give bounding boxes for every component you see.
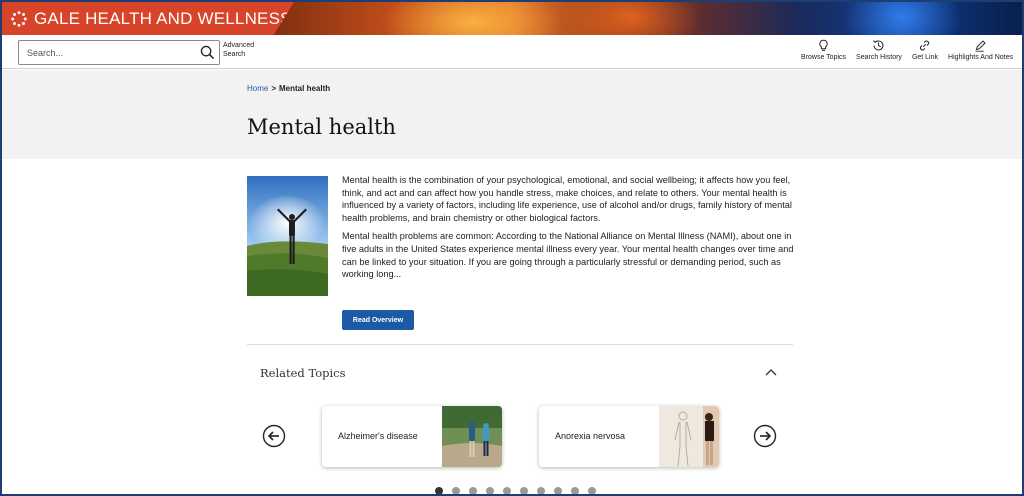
carousel-dot[interactable] [503, 487, 511, 494]
page-frame: GALE HEALTH AND WELLNESS Advanced Search… [0, 0, 1024, 496]
related-topic-label: Alzheimer's disease [338, 431, 418, 441]
browse-topics-button[interactable]: Browse Topics [796, 39, 851, 67]
topic-image [247, 176, 328, 296]
related-topic-card-anorexia[interactable]: Anorexia nervosa [539, 406, 719, 467]
browse-topics-label: Browse Topics [801, 54, 847, 61]
search-history-label: Search History [856, 54, 902, 61]
highlights-notes-label: Highlights And Notes [948, 54, 1013, 61]
arrow-right-circle-icon[interactable] [753, 424, 777, 448]
related-topics-heading: Related Topics [260, 366, 346, 380]
get-link-button[interactable]: Get Link [907, 39, 943, 67]
breadcrumb-separator: > [271, 84, 277, 93]
arrow-left-circle-icon[interactable] [262, 424, 286, 448]
overview-text: Mental health is the combination of your… [342, 174, 796, 287]
related-topic-label: Anorexia nervosa [555, 431, 626, 441]
carousel-dot[interactable] [452, 487, 460, 494]
related-topic-image [659, 406, 719, 467]
page-title: Mental health [247, 115, 396, 139]
search-icon[interactable] [200, 45, 215, 60]
section-divider [247, 344, 793, 345]
carousel-dot[interactable] [537, 487, 545, 494]
brand-link[interactable]: GALE HEALTH AND WELLNESS [2, 2, 294, 35]
link-icon [920, 40, 930, 51]
history-icon [873, 40, 884, 51]
gale-logo-icon [11, 10, 27, 27]
carousel-dot[interactable] [571, 487, 579, 494]
carousel-dot[interactable] [554, 487, 562, 494]
get-link-label: Get Link [911, 54, 939, 61]
advanced-search-link[interactable]: Advanced Search [223, 41, 263, 59]
carousel-dot[interactable] [486, 487, 494, 494]
carousel-dot[interactable] [435, 487, 443, 494]
search-input[interactable] [19, 41, 194, 64]
related-topic-card-alzheimers[interactable]: Alzheimer's disease [322, 406, 502, 467]
pencil-icon [975, 40, 986, 52]
toolbar: Advanced Search Browse Topics Search His… [2, 35, 1022, 69]
carousel-pagination [435, 487, 596, 494]
brand-title: GALE HEALTH AND WELLNESS [34, 8, 292, 28]
overview-paragraph: Mental health problems are common: Accor… [342, 231, 794, 280]
carousel-dot[interactable] [588, 487, 596, 494]
search-box [18, 40, 220, 65]
topic-header: Home > Mental health Mental health [2, 70, 1022, 159]
breadcrumb-current: Mental health [279, 84, 331, 93]
carousel-dot[interactable] [469, 487, 477, 494]
breadcrumb-home-link[interactable]: Home [247, 84, 268, 93]
top-banner: GALE HEALTH AND WELLNESS [2, 2, 1022, 35]
search-history-button[interactable]: Search History [851, 39, 907, 67]
tool-links: Browse Topics Search History Get Link Hi… [796, 39, 1018, 67]
related-topic-image [442, 406, 502, 467]
breadcrumb: Home > Mental health [247, 84, 330, 93]
highlights-notes-button[interactable]: Highlights And Notes [943, 39, 1018, 67]
carousel-dot[interactable] [520, 487, 528, 494]
read-overview-button[interactable]: Read Overview [342, 310, 414, 330]
lightbulb-icon [819, 39, 828, 51]
overview-paragraph: Mental health is the combination of your… [342, 175, 792, 223]
chevron-up-icon[interactable] [764, 366, 778, 378]
